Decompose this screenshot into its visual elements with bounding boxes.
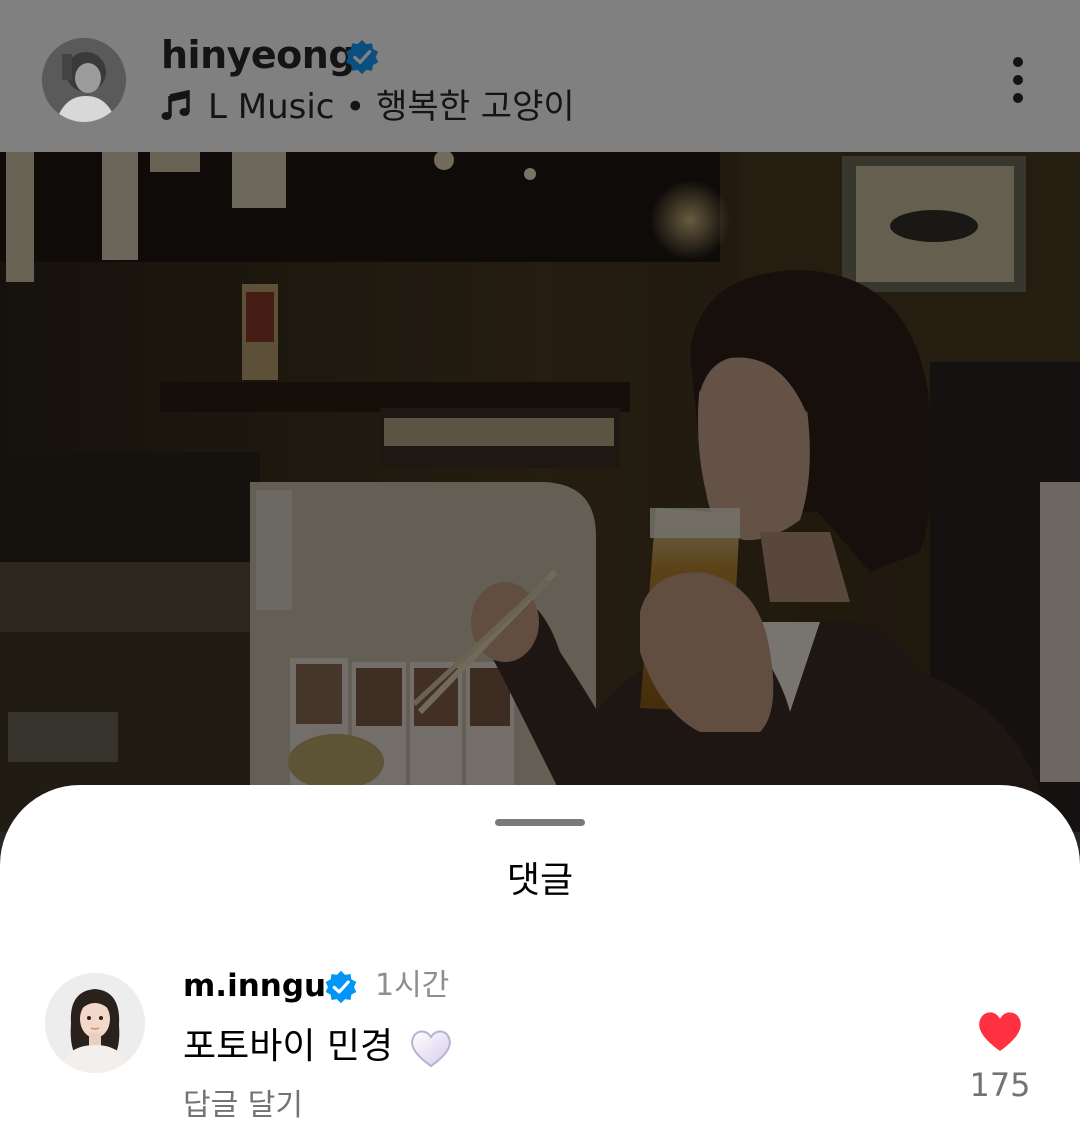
verified-badge-icon — [345, 39, 379, 75]
music-note-icon — [161, 90, 190, 120]
more-options-icon[interactable] — [996, 54, 1040, 106]
post-photo[interactable] — [0, 152, 1080, 832]
heart-like-icon[interactable] — [976, 1009, 1024, 1053]
commenter-avatar[interactable] — [45, 973, 145, 1073]
like-count: 175 — [969, 1066, 1031, 1104]
comment-timestamp: 1시간 — [375, 968, 450, 1003]
sheet-drag-handle[interactable] — [495, 819, 585, 826]
comments-sheet: 댓글 m.inngu 1시간 포토바이 민경 답글 달기 175 — [0, 785, 1080, 1121]
author-username[interactable]: hinyeong — [161, 32, 356, 78]
music-label[interactable]: L Music • 행복한 고양이 — [208, 86, 575, 128]
reply-button[interactable]: 답글 달기 — [183, 1087, 303, 1121]
verified-badge-icon — [325, 970, 357, 1004]
white-heart-emoji-icon — [411, 1030, 451, 1068]
comment-text: 포토바이 민경 — [183, 1026, 394, 1067]
post-header: hinyeong L Music • 행복한 고양이 — [0, 0, 1080, 152]
instagram-post-screen: hinyeong L Music • 행복한 고양이 댓글 m.inngu 1시… — [0, 0, 1080, 1121]
commenter-username[interactable]: m.inngu — [183, 967, 326, 1005]
sheet-title: 댓글 — [506, 860, 574, 901]
author-avatar[interactable] — [42, 38, 126, 122]
